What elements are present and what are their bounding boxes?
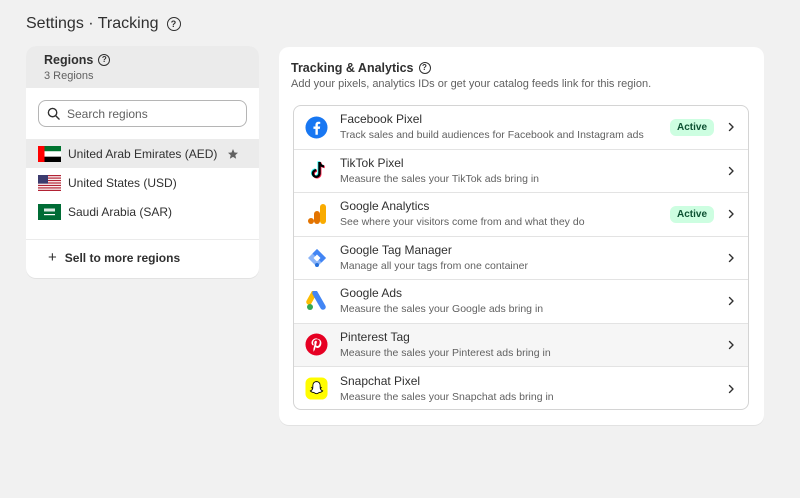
facebook-icon [305,116,328,139]
region-item-us[interactable]: United States (USD) [26,168,259,197]
integrations-list: Facebook Pixel Track sales and build aud… [293,105,749,410]
integration-description: Measure the sales your TikTok ads bring … [340,172,540,185]
chevron-right-icon [728,253,734,262]
chevron-right-icon [728,123,734,132]
integration-row-google-analytics[interactable]: Google Analytics See where your visitors… [294,193,748,237]
chevron-right-icon [728,166,734,175]
integration-description: Measure the sales your Pinterest ads bri… [340,346,551,359]
google-tag-manager-icon [305,246,328,269]
integration-name: Google Ads [340,286,403,301]
search-icon [47,107,60,120]
chevron-right-icon [728,340,734,349]
pinterest-icon [305,333,328,356]
help-icon[interactable]: ? [166,17,181,31]
tracking-description: Add your pixels, analytics IDs or get yo… [291,78,652,90]
sell-to-more-regions-button[interactable]: + Sell to more regions [48,250,180,265]
page-title-text: Settings · Tracking [26,15,159,32]
search-regions-field[interactable] [38,100,247,127]
uae-flag-icon [38,145,61,162]
integration-name: Google Tag Manager [340,242,452,257]
integration-row-google-tag-manager[interactable]: Google Tag Manager Manage all your tags … [294,237,748,280]
tracking-title: Tracking & Analytics ? [291,61,431,75]
region-list: United Arab Emirates (AED) United States… [26,139,259,226]
regions-panel: Regions ? 3 Regions United Arab Emirates… [26,46,259,278]
integration-description: Measure the sales your Google ads bring … [340,303,544,316]
integration-name: TikTok Pixel [340,155,404,170]
integration-name: Facebook Pixel [340,112,423,127]
integration-row-pinterest-tag[interactable]: Pinterest Tag Measure the sales your Pin… [294,323,748,367]
regions-count: 3 Regions [44,70,94,82]
chevron-right-icon [728,210,734,219]
region-item-saudi[interactable]: Saudi Arabia (SAR) [26,197,259,226]
tracking-title-text: Tracking & Analytics [291,61,414,75]
integration-row-google-ads[interactable]: Google Ads Measure the sales your Google… [294,280,748,324]
region-item-uae[interactable]: United Arab Emirates (AED) [26,139,259,168]
tiktok-icon [305,159,328,182]
integration-name: Pinterest Tag [340,329,410,344]
region-label: Saudi Arabia (SAR) [68,204,173,219]
sell-more-label: Sell to more regions [64,250,181,265]
plus-icon: + [48,249,57,266]
regions-header: Regions ? 3 Regions [26,46,259,88]
integration-description: See where your visitors come from and wh… [340,216,585,229]
regions-title: Regions [44,53,94,67]
chevron-right-icon [728,297,734,306]
integration-description: Track sales and build audiences for Face… [340,129,644,142]
tracking-panel: Tracking & Analytics ? Add your pixels, … [279,47,764,425]
divider [26,239,259,240]
integration-description: Manage all your tags from one container [340,259,528,272]
integration-row-facebook-pixel[interactable]: Facebook Pixel Track sales and build aud… [294,106,748,150]
star-icon [228,148,239,159]
snapchat-icon [305,377,328,400]
integration-name: Google Analytics [340,199,430,214]
us-flag-icon [38,174,61,191]
page-title: Settings · Tracking ? [26,15,181,33]
status-badge: Active [669,118,714,136]
help-icon[interactable]: ? [418,62,431,74]
search-regions-input[interactable] [67,106,237,121]
google-ads-icon [305,290,328,313]
google-analytics-icon [305,203,328,226]
region-label: United States (USD) [68,175,177,190]
integration-row-snapchat-pixel[interactable]: Snapchat Pixel Measure the sales your Sn… [294,367,748,409]
region-label: United Arab Emirates (AED) [68,146,218,161]
help-icon[interactable]: ? [98,54,111,66]
saudi-flag-icon [38,203,61,220]
status-badge: Active [669,205,714,223]
integration-row-tiktok-pixel[interactable]: TikTok Pixel Measure the sales your TikT… [294,150,748,193]
integration-name: Snapchat Pixel [340,373,421,388]
chevron-right-icon [728,384,734,393]
integration-description: Measure the sales your Snapchat ads brin… [340,390,554,403]
